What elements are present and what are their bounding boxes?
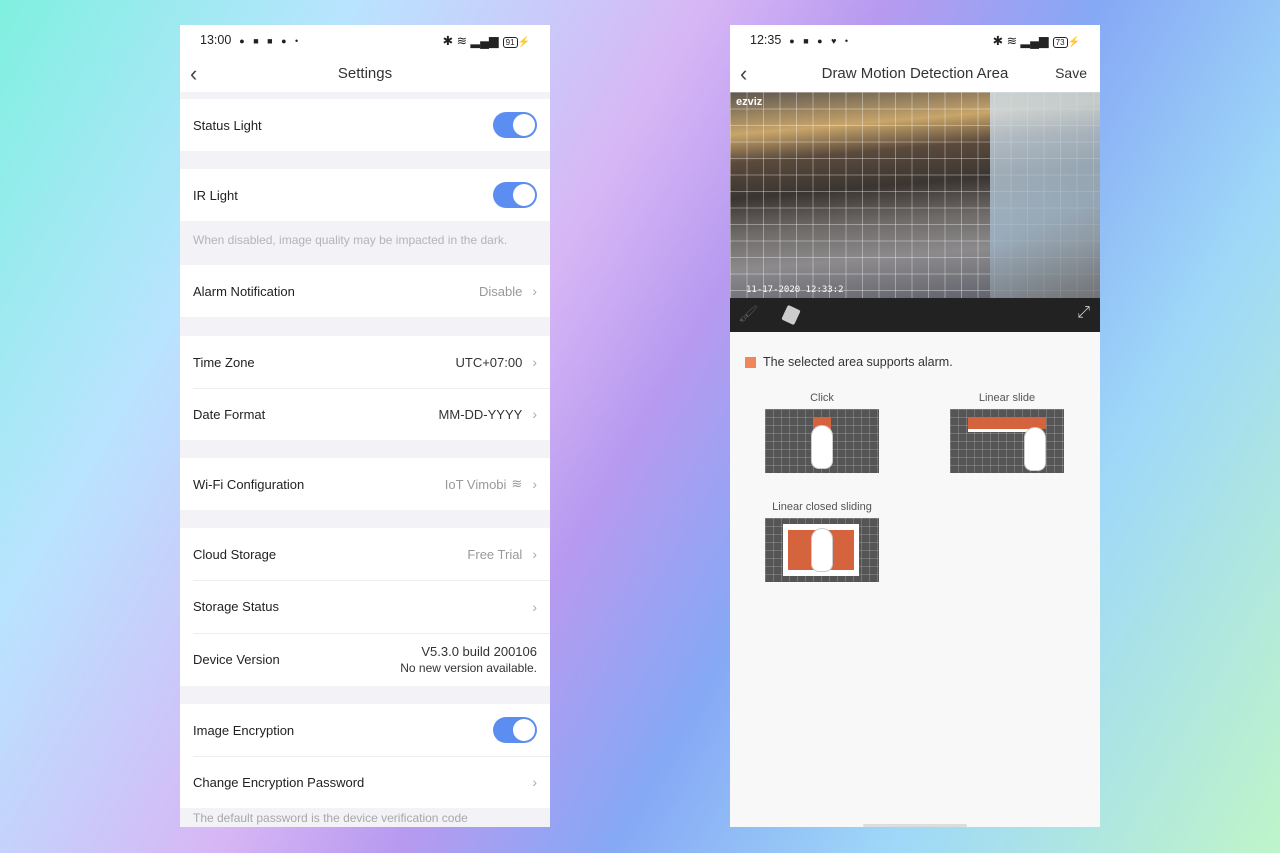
camera-timestamp: 11-17-2020 12:33:2 [746, 285, 844, 295]
change-password-label: Change Encryption Password [193, 774, 365, 790]
legend: The selected area supports alarm. [745, 355, 953, 369]
notification-icons: ● ■ ■ ● • [239, 36, 302, 46]
brush-icon[interactable]: 🖌 [738, 304, 758, 324]
drawing-toolbar: 🖌 ⤢ [730, 298, 1100, 332]
page-title: Draw Motion Detection Area [821, 65, 1009, 82]
ir-light-label: IR Light [193, 187, 238, 203]
image-encryption-row: Image Encryption [180, 704, 550, 756]
chevron-right-icon: › [532, 354, 537, 370]
page-title: Settings [337, 65, 393, 82]
settings-screen: 13:00 ● ■ ■ ● • ✱ ≋ ▂▄▆ 91 ⚡ ‹ Settings Stat… [180, 25, 550, 827]
legend-text: The selected area supports alarm. [763, 355, 953, 369]
wifi-label: Wi-Fi Configuration [193, 476, 305, 492]
time-zone-label: Time Zone [193, 354, 255, 370]
selected-area-swatch [745, 356, 756, 368]
storage-label: Storage Status [193, 599, 279, 614]
wifi-row[interactable]: Wi-Fi Configuration IoT Vimobi ≋ › [180, 458, 550, 510]
chevron-right-icon: › [532, 406, 537, 422]
demo-click: Click [765, 392, 879, 473]
demo-linear-slide: Linear slide [950, 392, 1064, 473]
cloud-storage-row[interactable]: Cloud Storage Free Trial › [180, 528, 550, 580]
date-format-value: MM-DD-YYYY [438, 406, 523, 422]
camera-preview-grid[interactable]: ezviz 11-17-2020 12:33:2 [730, 92, 1100, 298]
chevron-right-icon: › [532, 546, 537, 562]
back-button[interactable]: ‹ [740, 61, 747, 87]
time-zone-value: UTC+07:00 [455, 354, 523, 370]
status-light-toggle[interactable] [493, 112, 537, 138]
wifi-icon: ≋ [1006, 33, 1018, 48]
bluetooth-icon: ✱ [992, 33, 1004, 48]
alarm-notification-row[interactable]: Alarm Notification Disable › [180, 265, 550, 317]
date-format-label: Date Format [193, 406, 266, 422]
password-hint: The default password is the device verif… [193, 811, 468, 825]
hand-icon [811, 425, 833, 469]
alarm-label: Alarm Notification [193, 283, 295, 299]
charging-icon: ⚡ [1067, 36, 1080, 48]
ir-hint: When disabled, image quality may be impa… [193, 233, 508, 247]
ir-light-toggle[interactable] [493, 182, 537, 208]
ezviz-logo: ezviz [736, 96, 763, 108]
storage-status-row[interactable]: Storage Status › [180, 580, 550, 633]
status-bar: 12:35 ● ■ ● ♥ • ✱ ≋ ▂▄▆ 73 ⚡ [730, 25, 1100, 55]
demo-label: Linear slide [978, 392, 1036, 404]
chevron-right-icon: › [532, 476, 537, 492]
demo-label: Click [810, 392, 834, 404]
motion-area-screen: 12:35 ● ■ ● ♥ • ✱ ≋ ▂▄▆ 73 ⚡ ‹ Draw Motion D… [730, 25, 1100, 827]
wifi-icon: ≋ [456, 33, 468, 48]
image-encryption-toggle[interactable] [493, 717, 537, 743]
change-password-row[interactable]: Change Encryption Password › [180, 756, 550, 808]
version-label: Device Version [193, 652, 280, 667]
clock: 12:35 [750, 33, 782, 47]
date-format-row[interactable]: Date Format MM-DD-YYYY › [180, 388, 550, 440]
chevron-right-icon: › [532, 774, 537, 790]
hand-icon [811, 528, 833, 572]
hand-icon [1024, 427, 1046, 471]
status-light-label: Status Light [193, 117, 262, 133]
demo-linear-closed-sliding: Linear closed sliding [765, 501, 879, 582]
home-indicator [863, 824, 967, 827]
encryption-label: Image Encryption [193, 722, 295, 738]
cloud-label: Cloud Storage [193, 546, 277, 562]
time-zone-row[interactable]: Time Zone UTC+07:00 › [180, 336, 550, 388]
status-bar: 13:00 ● ■ ■ ● • ✱ ≋ ▂▄▆ 91 ⚡ [180, 25, 550, 55]
signal-icon: ▂▄▆ [1020, 33, 1049, 48]
version-status: No new version available. [400, 660, 537, 675]
battery-icon: 91 [502, 36, 518, 48]
charging-icon: ⚡ [517, 36, 530, 48]
chevron-right-icon: › [532, 598, 537, 615]
status-light-row: Status Light [180, 99, 550, 151]
chevron-right-icon: › [532, 283, 537, 299]
eraser-icon[interactable] [781, 304, 801, 326]
bluetooth-icon: ✱ [442, 33, 454, 48]
demo-label: Linear closed sliding [772, 501, 872, 513]
wifi-icon: ≋ [511, 476, 523, 491]
battery-icon: 73 [1052, 36, 1068, 48]
notification-icons: ● ■ ● ♥ • [789, 36, 852, 46]
signal-icon: ▂▄▆ [470, 33, 499, 48]
wifi-value: IoT Vimobi [444, 476, 507, 492]
save-button[interactable]: Save [1055, 65, 1087, 81]
device-version-row[interactable]: Device Version V5.3.0 build 200106 No new … [180, 633, 550, 686]
fullscreen-icon[interactable]: ⤢ [1077, 304, 1090, 322]
alarm-value: Disable [478, 283, 523, 299]
back-button[interactable]: ‹ [190, 61, 197, 87]
clock: 13:00 [200, 33, 232, 47]
cloud-value: Free Trial [467, 546, 523, 562]
version-value: V5.3.0 build 200106 [421, 643, 537, 659]
ir-light-row: IR Light [180, 169, 550, 221]
